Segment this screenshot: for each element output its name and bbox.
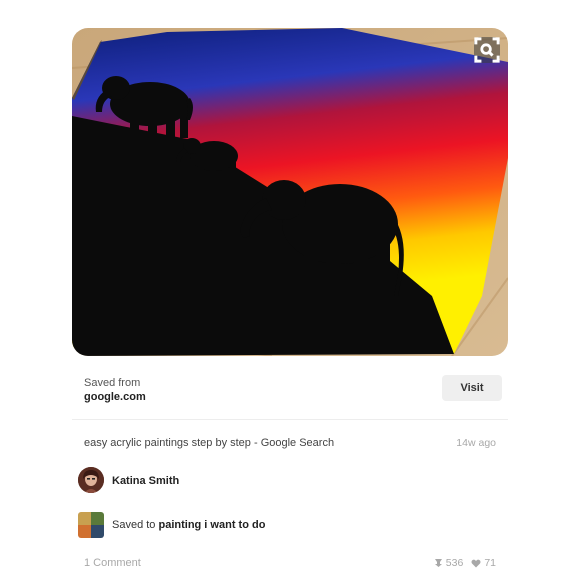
user-avatar-image	[78, 467, 104, 493]
pin-icon	[434, 559, 442, 567]
avatar[interactable]	[78, 467, 104, 493]
painting-image	[72, 28, 508, 356]
repin-stat[interactable]: 536	[434, 557, 464, 569]
like-stat[interactable]: 71	[471, 557, 496, 569]
repin-count: 536	[445, 557, 464, 569]
board-thumbnail[interactable]	[78, 512, 104, 538]
visual-search-button[interactable]	[474, 37, 500, 63]
board-thumb-tile	[78, 512, 91, 525]
like-count: 71	[484, 557, 496, 569]
visit-button[interactable]: Visit	[442, 375, 502, 401]
saved-from-block: Saved from google.com	[84, 377, 146, 405]
board-name-link[interactable]: painting i want to do	[158, 519, 265, 531]
saved-from-label: Saved from	[84, 377, 141, 389]
saved-to-label: Saved to	[112, 519, 156, 531]
pin-image[interactable]	[72, 28, 508, 356]
source-site-link[interactable]: google.com	[84, 390, 146, 405]
pin-stats: 536 71	[434, 557, 496, 569]
board-thumb-tile	[91, 512, 104, 525]
comments-link[interactable]: 1 Comment	[84, 557, 141, 569]
pin-description: easy acrylic paintings step by step - Go…	[84, 437, 335, 449]
heart-icon	[471, 559, 481, 567]
pin-timestamp: 14w ago	[456, 437, 496, 449]
board-thumb-tile	[91, 525, 104, 538]
divider	[72, 419, 508, 420]
user-name-link[interactable]: Katina Smith	[112, 475, 179, 487]
saved-to-line: Saved to painting i want to do	[112, 519, 265, 531]
board-thumb-tile	[78, 525, 91, 538]
visual-search-icon	[474, 37, 500, 63]
